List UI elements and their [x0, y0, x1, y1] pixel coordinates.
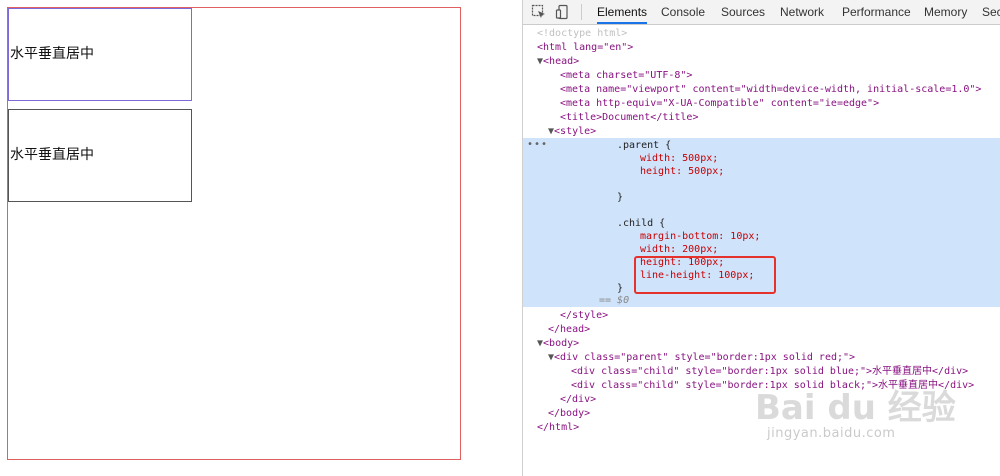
- body-open-line[interactable]: ▼<body>: [537, 337, 579, 350]
- tab-performance[interactable]: Performance: [842, 0, 911, 24]
- tab-security[interactable]: Sec: [982, 0, 1000, 24]
- head-close-line[interactable]: </head>: [548, 323, 590, 336]
- css-child-width: width: 200px;: [640, 244, 719, 255]
- page-viewport: 水平垂直居中 水平垂直居中: [0, 0, 522, 476]
- body-close-line[interactable]: </body>: [548, 407, 590, 420]
- meta-viewport-line[interactable]: <meta name="viewport" content="width=dev…: [560, 83, 981, 96]
- div-child-blue-line[interactable]: <div class="child" style="border:1px sol…: [571, 365, 968, 378]
- title-line[interactable]: <title>Document</title>: [560, 111, 698, 124]
- more-options-icon[interactable]: •••: [527, 139, 548, 150]
- tab-network[interactable]: Network: [780, 0, 824, 24]
- div-close-line[interactable]: </div>: [560, 393, 596, 406]
- css-child-selector: .child {: [617, 218, 666, 229]
- css-parent-width: width: 500px;: [640, 153, 719, 164]
- toolbar-separator: [581, 4, 582, 20]
- watermark-url: jingyan.baidu.com: [767, 426, 896, 441]
- css-parent-height: height: 500px;: [640, 166, 725, 177]
- meta-charset-line[interactable]: <meta charset="UTF-8">: [560, 69, 692, 82]
- css-parent-selector: .parent {: [617, 140, 672, 151]
- dollar-zero-marker: == $0: [599, 295, 630, 306]
- devtools-toolbar: Elements Console Sources Network Perform…: [523, 0, 1000, 25]
- tab-memory[interactable]: Memory: [924, 0, 967, 24]
- meta-compat-line[interactable]: <meta http-equiv="X-UA-Compatible" conte…: [560, 97, 879, 110]
- inspect-element-icon[interactable]: [531, 4, 547, 20]
- css-child-margin: margin-bottom: 10px;: [640, 231, 761, 242]
- baidu-jingyan-watermark: Bai du 经验 jingyan.baidu.com: [755, 380, 995, 470]
- css-close-brace: }: [617, 192, 624, 203]
- watermark-logo: Bai du 经验: [755, 388, 956, 428]
- device-toolbar-icon[interactable]: [555, 4, 571, 20]
- child-box-black: 水平垂直居中: [8, 109, 192, 202]
- tab-console[interactable]: Console: [661, 0, 705, 24]
- style-close-line[interactable]: </style>: [560, 309, 608, 322]
- tab-sources[interactable]: Sources: [721, 0, 765, 24]
- parent-box: 水平垂直居中 水平垂直居中: [7, 7, 461, 460]
- head-open-line[interactable]: ▼<head>: [537, 55, 579, 68]
- html-open-line[interactable]: <html lang="en">: [537, 41, 633, 54]
- div-parent-line[interactable]: ▼<div class="parent" style="border:1px s…: [548, 351, 855, 364]
- style-open-line[interactable]: ▼<style>: [548, 125, 596, 138]
- tab-elements[interactable]: Elements: [597, 0, 648, 24]
- annotation-highlight-box: [634, 256, 776, 294]
- child-box-blue: 水平垂直居中: [8, 8, 192, 101]
- doctype-line[interactable]: <!doctype html>: [537, 27, 627, 40]
- html-close-line[interactable]: </html>: [537, 421, 579, 434]
